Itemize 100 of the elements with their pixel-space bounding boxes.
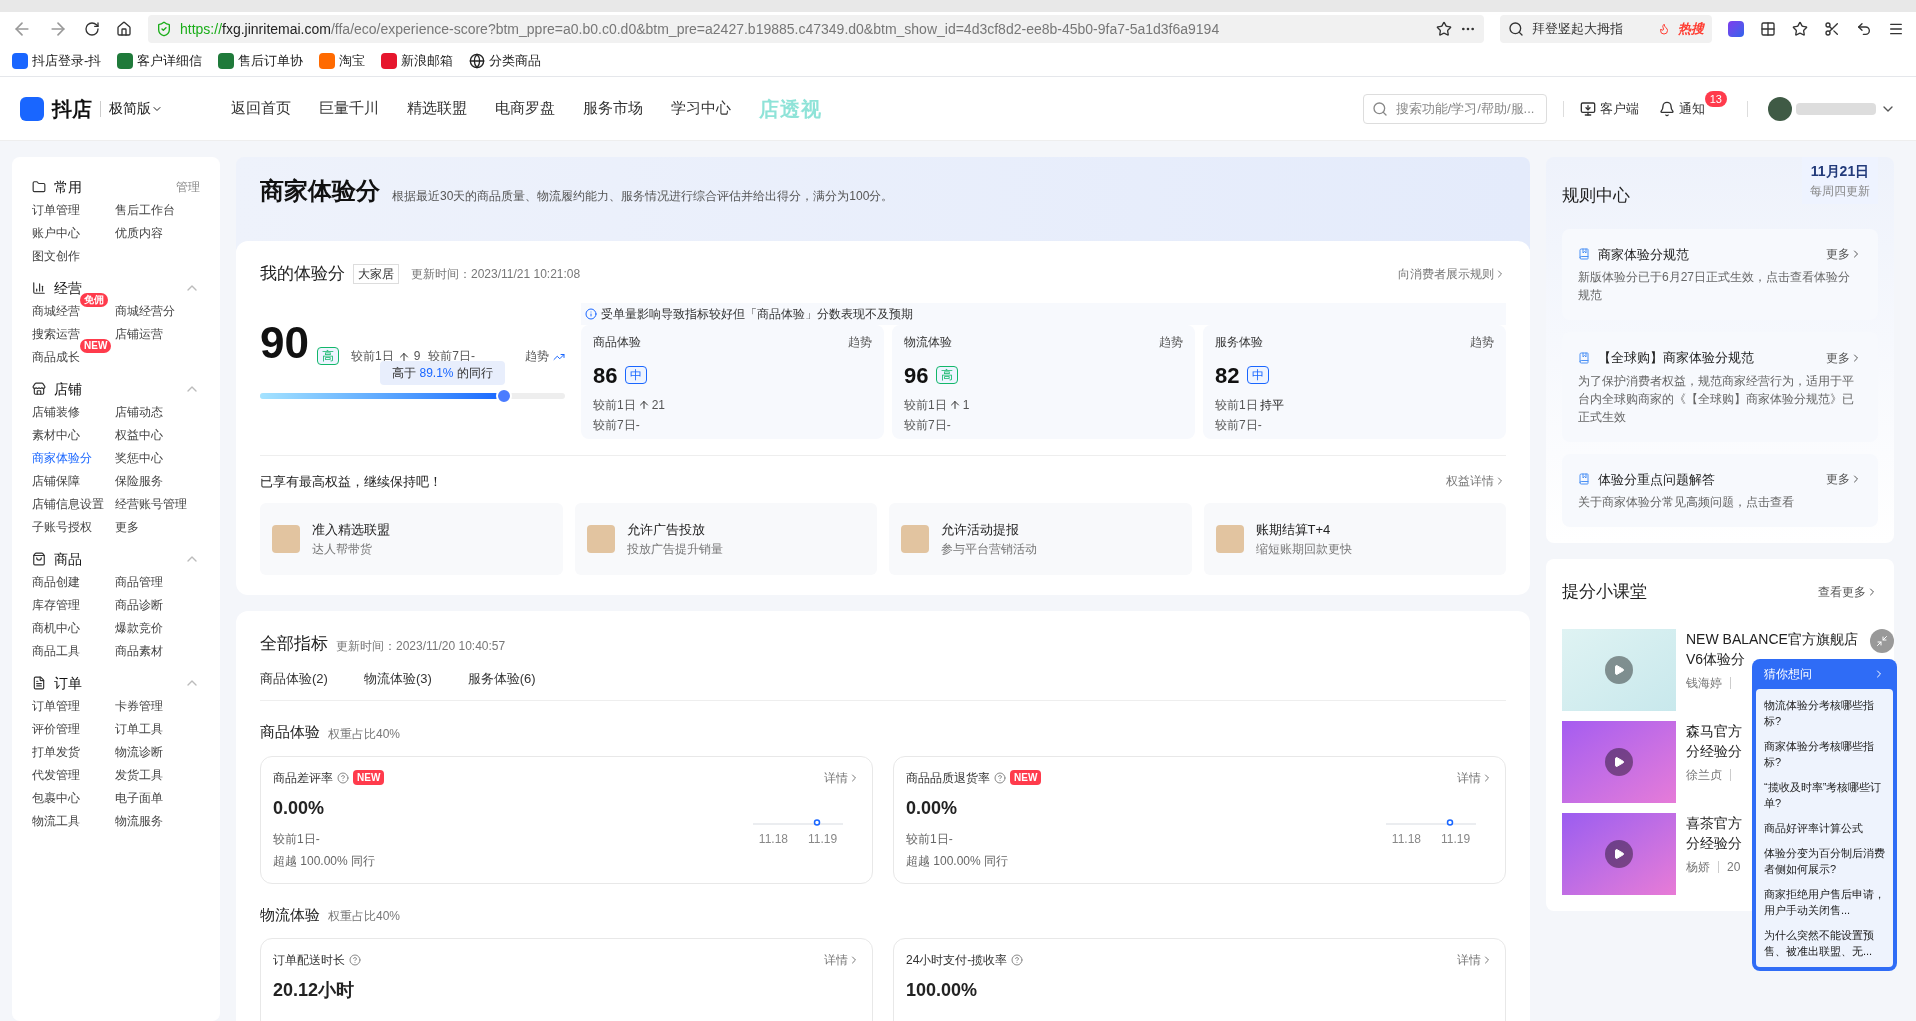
- trend-link[interactable]: 趋势: [848, 332, 872, 351]
- sidebar-link[interactable]: 物流服务: [115, 812, 163, 829]
- nav-link[interactable]: 电商罗盘: [495, 97, 555, 120]
- sidebar-link[interactable]: 商家体验分: [32, 449, 92, 466]
- sidebar-link[interactable]: 店铺装修: [32, 403, 80, 420]
- video-thumbnail[interactable]: [1562, 812, 1676, 895]
- metric-tab[interactable]: 服务体验(6): [467, 668, 536, 688]
- sidebar-link[interactable]: 商品素材: [115, 642, 163, 659]
- bookmark-link[interactable]: 抖店登录-抖: [32, 51, 102, 71]
- sidebar-link[interactable]: 经营账号管理: [115, 495, 187, 512]
- sidebar-link[interactable]: 图文创作: [32, 247, 80, 264]
- faq-question[interactable]: 商家拒绝用户售后申请，用户手动关闭售...: [1764, 886, 1885, 918]
- help-icon[interactable]: [349, 954, 361, 966]
- sidebar-link[interactable]: 优质内容: [115, 224, 163, 241]
- faq-question[interactable]: 体验分变为百分制后消费者侧如何展示?: [1764, 845, 1885, 877]
- sidebar-link[interactable]: 保险服务: [115, 472, 163, 489]
- sidebar-link[interactable]: 奖惩中心: [115, 449, 163, 466]
- home-icon[interactable]: [116, 21, 132, 37]
- benefits-link[interactable]: 权益详情: [1446, 472, 1506, 491]
- favorites-icon[interactable]: [1792, 21, 1808, 37]
- video-thumbnail[interactable]: [1562, 720, 1676, 803]
- undo-icon[interactable]: [1856, 21, 1872, 37]
- notice-button[interactable]: 通知: [1658, 98, 1705, 119]
- sidebar-link[interactable]: 商品创建: [32, 573, 80, 590]
- star-icon[interactable]: [1436, 21, 1452, 37]
- trend-link[interactable]: 趋势: [1159, 332, 1183, 351]
- nav-link[interactable]: 返回首页: [231, 97, 291, 120]
- scissors-icon[interactable]: [1824, 21, 1840, 37]
- rule-card[interactable]: 体验分重点问题解答 更多 关于商家体验分常见高频问题，点击查看: [1562, 453, 1878, 527]
- sidebar-link[interactable]: 更多: [115, 518, 139, 535]
- details-link[interactable]: 详情: [1457, 951, 1493, 969]
- sidebar-link[interactable]: 库存管理: [32, 596, 80, 613]
- address-bar[interactable]: https://fxg.jinritemai.com/ffa/eco/experience-score?btm_ppre=a0.b0.c0.d0&btm_pre=a2427.b19885.c47349.d0&btm_show_id=4d3cf8d2-ee8b-45b0-9fa7-5a1d3f6a9194: [148, 15, 1484, 43]
- manage-link[interactable]: 管理: [176, 178, 200, 196]
- sidebar-link[interactable]: 账户中心: [32, 224, 80, 241]
- details-link[interactable]: 详情: [824, 768, 860, 787]
- sidebar-link[interactable]: 商品诊断: [115, 596, 163, 613]
- sidebar-link[interactable]: 店铺保障: [32, 472, 80, 489]
- sidebar-link[interactable]: 商城经营分: [115, 302, 175, 319]
- function-search-field[interactable]: 搜索功能/学习/帮助/服...: [1362, 93, 1547, 124]
- sidebar-link[interactable]: 商机中心: [32, 619, 80, 636]
- trend-link[interactable]: 趋势: [525, 346, 549, 365]
- video-thumbnail[interactable]: [1562, 628, 1676, 711]
- more-link[interactable]: 更多: [1826, 245, 1862, 264]
- brand-name[interactable]: 抖店: [52, 93, 92, 124]
- video-title[interactable]: 喜茶官方: [1686, 812, 1742, 833]
- bookmark-link[interactable]: 客户详细信: [137, 51, 203, 71]
- sidebar-link[interactable]: 订单工具: [115, 720, 163, 737]
- avatar[interactable]: [1768, 96, 1792, 121]
- faq-question[interactable]: 商品好评率计算公式: [1764, 820, 1885, 836]
- sidebar-link[interactable]: 物流诊断: [115, 743, 163, 760]
- video-title[interactable]: 森马官方: [1686, 720, 1742, 741]
- reload-icon[interactable]: [84, 21, 100, 37]
- bookmark-link[interactable]: 分类商品: [489, 51, 542, 71]
- bookmark-link[interactable]: 新浪邮箱: [401, 51, 454, 71]
- details-link[interactable]: 详情: [1457, 768, 1493, 787]
- help-icon[interactable]: [994, 771, 1006, 784]
- sidebar-link[interactable]: 发货工具: [115, 766, 163, 783]
- sidebar-link[interactable]: 商品工具: [32, 642, 80, 659]
- sidebar-link[interactable]: 售后工作台: [115, 201, 175, 218]
- sidebar-link[interactable]: 电子面单: [115, 789, 163, 806]
- sidebar-link[interactable]: 物流工具: [32, 812, 80, 829]
- sidebar-link[interactable]: 店铺动态: [115, 403, 163, 420]
- sidebar-link[interactable]: 店铺运营: [115, 325, 163, 342]
- sidebar-link[interactable]: 订单管理: [32, 697, 80, 714]
- help-icon[interactable]: [337, 771, 349, 784]
- edition-dropdown[interactable]: 极简版: [109, 98, 163, 119]
- faq-question[interactable]: “揽收及时率”考核哪些订单?: [1764, 779, 1885, 811]
- extension-icon[interactable]: [1728, 21, 1744, 37]
- video-title[interactable]: NEW BALANCE官方旗舰店: [1686, 628, 1858, 649]
- client-button[interactable]: 客户端: [1579, 98, 1639, 119]
- trend-link[interactable]: 趋势: [1470, 332, 1494, 351]
- bookmark-link[interactable]: 售后订单协: [238, 51, 304, 71]
- sidebar-link[interactable]: 商城经营: [32, 302, 80, 319]
- menu-icon[interactable]: [1888, 21, 1904, 37]
- help-icon[interactable]: [1011, 954, 1024, 966]
- nav-link[interactable]: 学习中心: [671, 97, 731, 120]
- sidebar-link[interactable]: 包裹中心: [32, 789, 80, 806]
- sidebar-link[interactable]: 评价管理: [32, 720, 80, 737]
- metric-tab[interactable]: 商品体验(2): [260, 668, 328, 688]
- sidebar-link[interactable]: 爆款竞价: [115, 619, 163, 636]
- sidebar-link[interactable]: 卡券管理: [115, 697, 163, 714]
- rules-link[interactable]: 向消费者展示规则: [1398, 264, 1506, 283]
- sidebar-link[interactable]: 搜索运营: [32, 325, 80, 342]
- nav-link[interactable]: 服务市场: [583, 97, 643, 120]
- metric-tab[interactable]: 物流体验(3): [363, 668, 432, 688]
- more-link[interactable]: 查看更多: [1818, 582, 1878, 601]
- nav-link[interactable]: 巨量千川: [319, 97, 379, 120]
- faq-question[interactable]: 物流体验分考核哪些指标?: [1764, 697, 1885, 729]
- bookmark-link[interactable]: 淘宝: [339, 51, 366, 71]
- apps-icon[interactable]: [1760, 21, 1776, 37]
- faq-question[interactable]: 商家体验分考核哪些指标?: [1764, 738, 1885, 770]
- sidebar-link[interactable]: 素材中心: [32, 426, 80, 443]
- sidebar-link[interactable]: 代发管理: [32, 766, 80, 783]
- sidebar-link[interactable]: 子账号授权: [32, 518, 92, 535]
- sidebar-link[interactable]: 店铺信息设置: [32, 495, 104, 512]
- sidebar-link[interactable]: 权益中心: [115, 426, 163, 443]
- sidebar-link[interactable]: 商品成长: [32, 348, 80, 365]
- video-title[interactable]: 分经验分: [1686, 740, 1742, 761]
- video-title[interactable]: 分经验分: [1686, 832, 1742, 853]
